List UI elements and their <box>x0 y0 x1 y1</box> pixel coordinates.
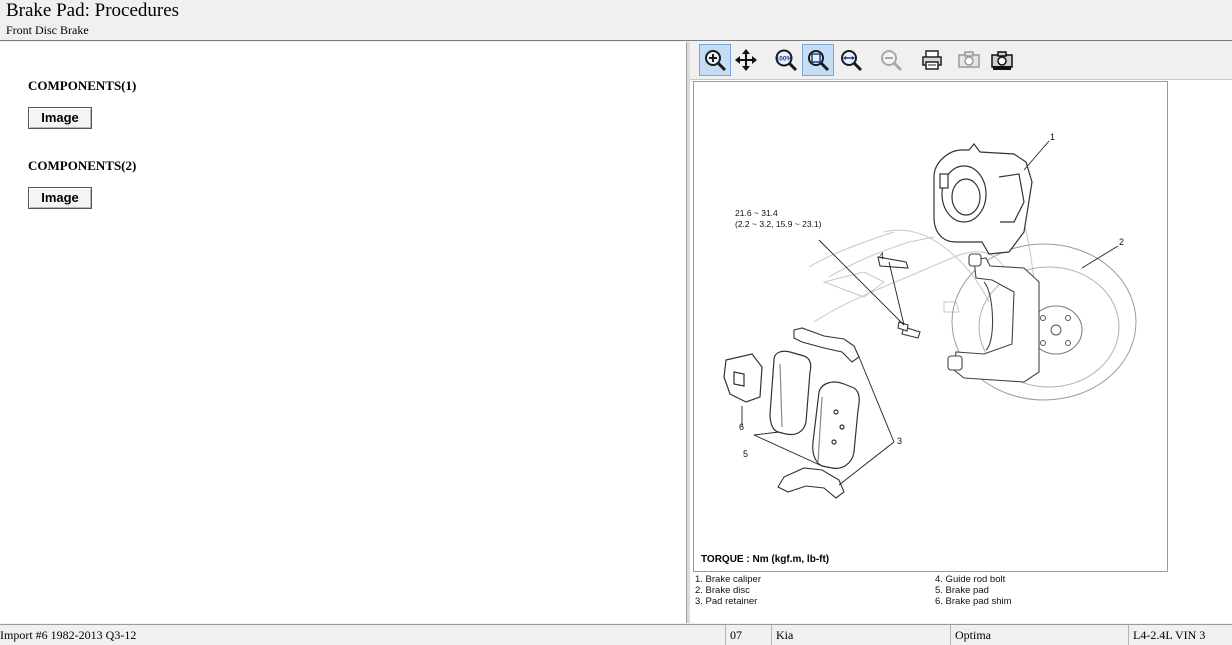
legend-item-4: 4. Guide rod bolt <box>935 574 1006 585</box>
viewer-toolbar: 100% <box>690 42 1232 80</box>
legend-item-3: 3. Pad retainer <box>695 596 758 607</box>
callout-2: 2 <box>1119 237 1124 247</box>
status-model: Optima <box>950 625 1128 645</box>
zoom-100-button[interactable]: 100% <box>770 44 802 76</box>
pan-arrows-icon <box>735 49 757 71</box>
legend-item-2: 2. Brake disc <box>695 585 750 596</box>
components-1-heading: COMPONENTS(1) <box>28 78 137 93</box>
brake-pad-shim <box>723 353 763 403</box>
torque-spec: 21.6 ~ 31.4 (2.2 ~ 3.2, 15.9 ~ 23.1) <box>735 208 822 229</box>
camera-icon <box>958 51 980 68</box>
torque-caption: TORQUE : Nm (kgf.m, lb-ft) <box>701 554 830 565</box>
caliper-carrier <box>947 253 1040 383</box>
page-subtitle: Front Disc Brake <box>6 23 89 37</box>
brake-pad-outer <box>812 381 860 469</box>
status-import: Import #6 1982-2013 Q3-12 <box>0 628 137 642</box>
components-2-heading: COMPONENTS(2) <box>28 158 137 173</box>
diagram-frame: 1 2 3 4 5 6 21.6 ~ 31.4 (2.2 ~ 3.2, 15.9… <box>693 81 1168 572</box>
legend-item-1: 1. Brake caliper <box>695 574 762 585</box>
legend-item-6: 6. Brake pad shim <box>935 596 1012 607</box>
components-1-image-button[interactable]: Image <box>28 107 92 129</box>
callout-4: 4 <box>879 251 884 261</box>
zoom-width-icon <box>841 50 863 72</box>
zoom-actual-size-icon: 100% <box>775 49 798 72</box>
status-bar: Import #6 1982-2013 Q3-12 07 Kia Optima … <box>0 624 1232 645</box>
camera-save-icon <box>991 51 1013 70</box>
pad-retainer-lower <box>777 467 845 499</box>
callout-5: 5 <box>743 449 748 459</box>
printer-icon <box>922 50 942 70</box>
zoom-in-icon <box>705 50 727 72</box>
page-title: Brake Pad: Procedures <box>6 0 180 21</box>
components-2-image-button[interactable]: Image <box>28 187 92 209</box>
zoom-in-button[interactable] <box>699 44 731 76</box>
print-button[interactable] <box>916 44 948 76</box>
header-bar: Brake Pad: Procedures Front Disc Brake <box>0 0 1232 41</box>
callout-3: 3 <box>897 436 902 446</box>
brake-caliper <box>933 143 1033 255</box>
procedure-pane: COMPONENTS(1) Image COMPONENTS(2) Image <box>0 42 686 623</box>
camera-button[interactable] <box>953 44 985 76</box>
status-engine: L4-2.4L VIN 3 <box>1128 625 1232 645</box>
zoom-fit-icon <box>808 50 830 72</box>
zoom-out-icon <box>881 50 903 72</box>
brake-assembly-diagram: 1 2 3 4 5 6 21.6 ~ 31.4 (2.2 ~ 3.2, 15.9… <box>723 132 1137 499</box>
callout-6: 6 <box>739 422 744 432</box>
camera-save-button[interactable] <box>986 44 1018 76</box>
pan-button[interactable] <box>730 44 762 76</box>
image-viewer-pane: 100% 1 2 3 4 5 6 21.6 ~ 31.4 (2.2 ~ 3.2,… <box>690 42 1232 623</box>
brake-pad-inner <box>769 350 812 436</box>
guide-rod-bolt <box>877 256 921 339</box>
callout-1: 1 <box>1050 132 1055 142</box>
zoom-out-button[interactable] <box>875 44 907 76</box>
status-make: Kia <box>771 625 950 645</box>
zoom-width-button[interactable] <box>835 44 867 76</box>
status-year: 07 <box>725 625 771 645</box>
zoom-fit-button[interactable] <box>802 44 834 76</box>
legend-item-5: 5. Brake pad <box>935 585 989 596</box>
torque-value-alt: (2.2 ~ 3.2, 15.9 ~ 23.1) <box>735 219 822 229</box>
zoom-100-label: 100% <box>776 56 793 63</box>
torque-value: 21.6 ~ 31.4 <box>735 208 778 218</box>
